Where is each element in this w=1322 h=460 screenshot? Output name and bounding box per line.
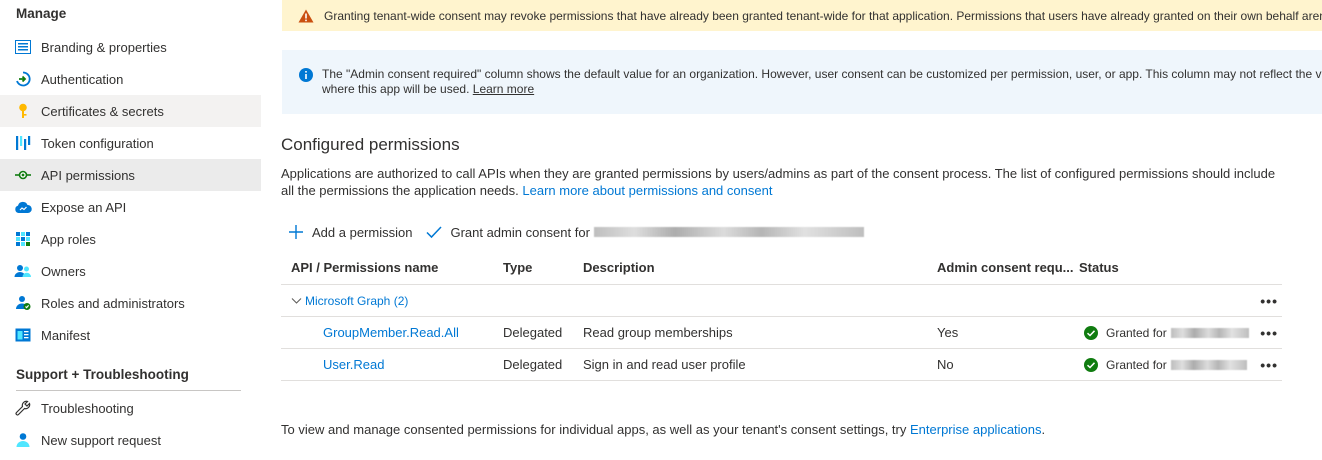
- warning-banner: Granting tenant-wide consent may revoke …: [282, 0, 1322, 31]
- sidebar-item-app-roles[interactable]: App roles: [0, 223, 261, 255]
- admin-consent-value: No: [937, 357, 954, 372]
- chevron-down-icon: [291, 297, 302, 305]
- redacted-tenant-name: [1170, 328, 1249, 338]
- permission-description: Read group memberships: [583, 325, 733, 340]
- sidebar-item-label: Token configuration: [41, 135, 154, 151]
- api-permissions-icon: [14, 166, 32, 184]
- info-icon: [299, 68, 313, 86]
- row-divider: [281, 380, 1282, 381]
- table-row: User.Read Delegated Sign in and read use…: [281, 349, 1282, 381]
- group-label: Microsoft Graph (2): [305, 294, 409, 308]
- authentication-icon: [14, 70, 32, 88]
- configured-description: Applications are authorized to call APIs…: [281, 165, 1281, 199]
- footer-end: .: [1041, 422, 1046, 437]
- sidebar-item-owners[interactable]: Owners: [0, 255, 261, 287]
- table-row: GroupMember.Read.All Delegated Read grou…: [281, 317, 1282, 349]
- sidebar-item-label: New support request: [41, 432, 161, 448]
- manifest-icon: [14, 326, 32, 344]
- token-icon: [14, 134, 32, 152]
- section-divider: [16, 390, 241, 391]
- branding-icon: [14, 38, 32, 56]
- column-header-name[interactable]: API / Permissions name: [291, 253, 438, 285]
- sidebar-item-manifest[interactable]: Manifest: [0, 319, 261, 351]
- support-person-icon: [14, 431, 32, 449]
- plus-icon: [288, 224, 304, 240]
- footer-text: To view and manage consented permissions…: [281, 422, 907, 437]
- sidebar-item-label: Troubleshooting: [41, 400, 134, 416]
- sidebar-item-branding[interactable]: Branding & properties: [0, 31, 261, 63]
- sidebar-item-certificates[interactable]: Certificates & secrets: [0, 95, 261, 127]
- column-header-status[interactable]: Status: [1079, 253, 1119, 285]
- success-check-icon: [1084, 358, 1098, 372]
- key-icon: [14, 102, 32, 120]
- sidebar-item-token-configuration[interactable]: Token configuration: [0, 127, 261, 159]
- redacted-tenant-name: [1170, 360, 1247, 370]
- section-title-support: Support + Troubleshooting: [16, 367, 189, 382]
- info-banner: The "Admin consent required" column show…: [282, 50, 1322, 114]
- more-options-icon[interactable]: •••: [1260, 349, 1278, 381]
- status-badge: Granted for: [1084, 349, 1247, 381]
- sidebar-item-label: Roles and administrators: [41, 295, 185, 311]
- permissions-toolbar: Add a permission Grant admin consent for: [288, 222, 878, 242]
- sidebar-item-expose-api[interactable]: Expose an API: [0, 191, 261, 223]
- sidebar-item-label: API permissions: [41, 167, 135, 183]
- more-options-icon[interactable]: •••: [1260, 317, 1278, 349]
- permission-description: Sign in and read user profile: [583, 357, 746, 372]
- app-roles-icon: [14, 230, 32, 248]
- sidebar-item-new-support-request[interactable]: New support request: [0, 424, 261, 456]
- sidebar-item-label: Certificates & secrets: [41, 103, 164, 119]
- group-toggle[interactable]: Microsoft Graph (2): [291, 285, 408, 317]
- status-text: Granted for: [1106, 358, 1167, 372]
- sidebar-item-label: Expose an API: [41, 199, 127, 215]
- main-content: Granting tenant-wide consent may revoke …: [262, 0, 1322, 460]
- configured-description-text: Applications are authorized to call APIs…: [281, 166, 1276, 198]
- admin-consent-value: Yes: [937, 325, 959, 340]
- sidebar-item-authentication[interactable]: Authentication: [0, 63, 261, 95]
- sidebar-item-label: App roles: [41, 231, 96, 247]
- roles-icon: [14, 294, 32, 312]
- redacted-tenant-name: [593, 227, 864, 237]
- sidebar-item-api-permissions[interactable]: API permissions: [0, 159, 261, 191]
- permission-name-link[interactable]: User.Read: [323, 349, 384, 381]
- grant-admin-consent-button[interactable]: Grant admin consent for: [426, 224, 864, 240]
- sidebar-item-troubleshooting[interactable]: Troubleshooting: [0, 392, 261, 424]
- sidebar: Manage Branding & properties Authenticat…: [0, 0, 262, 460]
- sidebar-item-label: Authentication: [41, 71, 124, 87]
- permission-type: Delegated: [503, 325, 563, 340]
- checkmark-icon: [426, 225, 442, 239]
- add-permission-label: Add a permission: [312, 224, 413, 240]
- owners-icon: [14, 262, 32, 280]
- footer-note: To view and manage consented permissions…: [281, 422, 1045, 437]
- status-text: Granted for: [1106, 326, 1167, 340]
- section-title-manage: Manage: [16, 6, 67, 21]
- sidebar-item-label: Manifest: [41, 327, 91, 343]
- grant-admin-consent-label: Grant admin consent for: [450, 224, 590, 240]
- column-header-type[interactable]: Type: [503, 253, 532, 285]
- table-group-row: Microsoft Graph (2) •••: [281, 285, 1282, 317]
- permission-type: Delegated: [503, 357, 563, 372]
- sidebar-item-roles-administrators[interactable]: Roles and administrators: [0, 287, 261, 319]
- enterprise-applications-link[interactable]: Enterprise applications: [910, 422, 1042, 437]
- info-text-line1: The "Admin consent required" column show…: [322, 67, 1322, 81]
- sidebar-item-label: Owners: [41, 263, 86, 279]
- status-badge: Granted for: [1084, 317, 1249, 349]
- info-text-line2: where this app will be used.: [322, 82, 470, 96]
- cloud-icon: [14, 198, 32, 216]
- add-permission-button[interactable]: Add a permission: [288, 224, 412, 240]
- sidebar-item-label: Branding & properties: [41, 39, 167, 55]
- warning-text: Granting tenant-wide consent may revoke …: [324, 8, 1322, 23]
- more-options-icon[interactable]: •••: [1260, 285, 1278, 317]
- success-check-icon: [1084, 326, 1098, 340]
- permissions-consent-link[interactable]: Learn more about permissions and consent: [522, 183, 772, 198]
- warning-icon: [298, 9, 314, 23]
- wrench-icon: [14, 399, 32, 417]
- column-header-description[interactable]: Description: [583, 253, 655, 285]
- permission-name-link[interactable]: GroupMember.Read.All: [323, 317, 459, 349]
- column-header-admin-consent[interactable]: Admin consent requ...: [937, 253, 1074, 285]
- page-section-title: Configured permissions: [281, 135, 460, 154]
- learn-more-link[interactable]: Learn more: [473, 82, 534, 96]
